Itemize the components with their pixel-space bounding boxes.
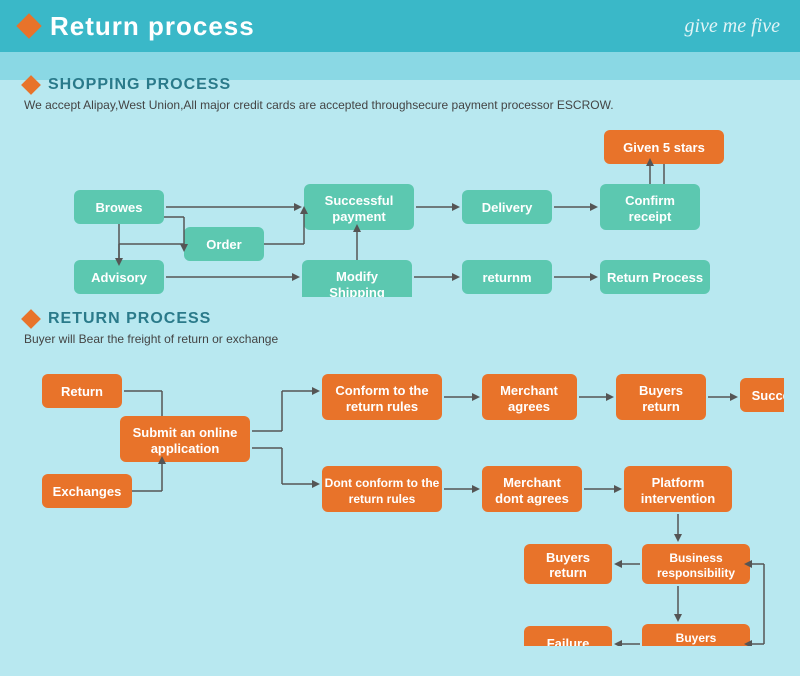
return-section-header: RETURN PROCESS bbox=[24, 310, 776, 328]
svg-text:responsibility: responsibility bbox=[657, 566, 735, 580]
svg-text:application: application bbox=[151, 441, 220, 456]
svg-text:Buyers: Buyers bbox=[546, 550, 590, 565]
svg-text:Exchanges: Exchanges bbox=[53, 484, 122, 499]
svg-text:Success: Success bbox=[752, 388, 784, 403]
svg-text:Successful: Successful bbox=[325, 193, 394, 208]
svg-text:Business: Business bbox=[669, 551, 723, 565]
svg-text:Return: Return bbox=[61, 384, 103, 399]
svg-text:dont agrees: dont agrees bbox=[495, 491, 569, 506]
page-title: Return process bbox=[50, 11, 255, 42]
svg-text:Confirm: Confirm bbox=[625, 193, 675, 208]
svg-text:Platform: Platform bbox=[652, 475, 705, 490]
return-section-label: RETURN PROCESS bbox=[48, 310, 211, 328]
shopping-description: We accept Alipay,West Union,All major cr… bbox=[24, 98, 776, 112]
svg-text:Order: Order bbox=[206, 237, 241, 252]
svg-text:return: return bbox=[549, 565, 587, 580]
shopping-section-header: SHOPPING PROCESS bbox=[24, 76, 776, 94]
svg-text:return rules: return rules bbox=[346, 399, 418, 414]
svg-text:payment: payment bbox=[332, 209, 386, 224]
svg-text:receipt: receipt bbox=[629, 209, 672, 224]
shopping-diamond-icon bbox=[21, 75, 41, 95]
svg-text:Return Process: Return Process bbox=[607, 270, 703, 285]
svg-text:agrees: agrees bbox=[508, 399, 550, 414]
svg-text:Buyers: Buyers bbox=[639, 383, 683, 398]
svg-text:Conform to the: Conform to the bbox=[335, 383, 428, 398]
header-banner: Return process give me five bbox=[0, 0, 800, 52]
svg-text:Dont conform to the: Dont conform to the bbox=[325, 476, 440, 490]
svg-text:Submit an online: Submit an online bbox=[133, 425, 238, 440]
brand-logo: give me five bbox=[685, 15, 781, 38]
return-diamond-icon bbox=[21, 309, 41, 329]
svg-text:Delivery: Delivery bbox=[482, 200, 533, 215]
svg-text:Merchant: Merchant bbox=[500, 383, 558, 398]
svg-text:return: return bbox=[642, 399, 680, 414]
main-content: SHOPPING PROCESS We accept Alipay,West U… bbox=[0, 52, 800, 661]
svg-text:Failure: Failure bbox=[547, 636, 590, 646]
svg-text:Buyers: Buyers bbox=[676, 631, 717, 645]
svg-text:Browes: Browes bbox=[96, 200, 143, 215]
shopping-flow-diagram: Given 5 stars Browes Successful payment … bbox=[24, 122, 784, 297]
svg-text:Given 5 stars: Given 5 stars bbox=[623, 140, 705, 155]
svg-text:returnm: returnm bbox=[482, 270, 531, 285]
svg-text:intervention: intervention bbox=[641, 491, 715, 506]
header-diamond-icon bbox=[16, 13, 41, 38]
svg-text:return rules: return rules bbox=[349, 492, 416, 506]
svg-text:Modify: Modify bbox=[336, 269, 379, 284]
return-flow-diagram: Return Submit an online application Exch… bbox=[24, 356, 784, 646]
shopping-section-label: SHOPPING PROCESS bbox=[48, 76, 231, 94]
svg-text:Merchant: Merchant bbox=[503, 475, 561, 490]
return-description: Buyer will Bear the freight of return or… bbox=[24, 332, 776, 346]
svg-text:Advisory: Advisory bbox=[91, 270, 147, 285]
svg-text:Shipping: Shipping bbox=[329, 285, 385, 297]
